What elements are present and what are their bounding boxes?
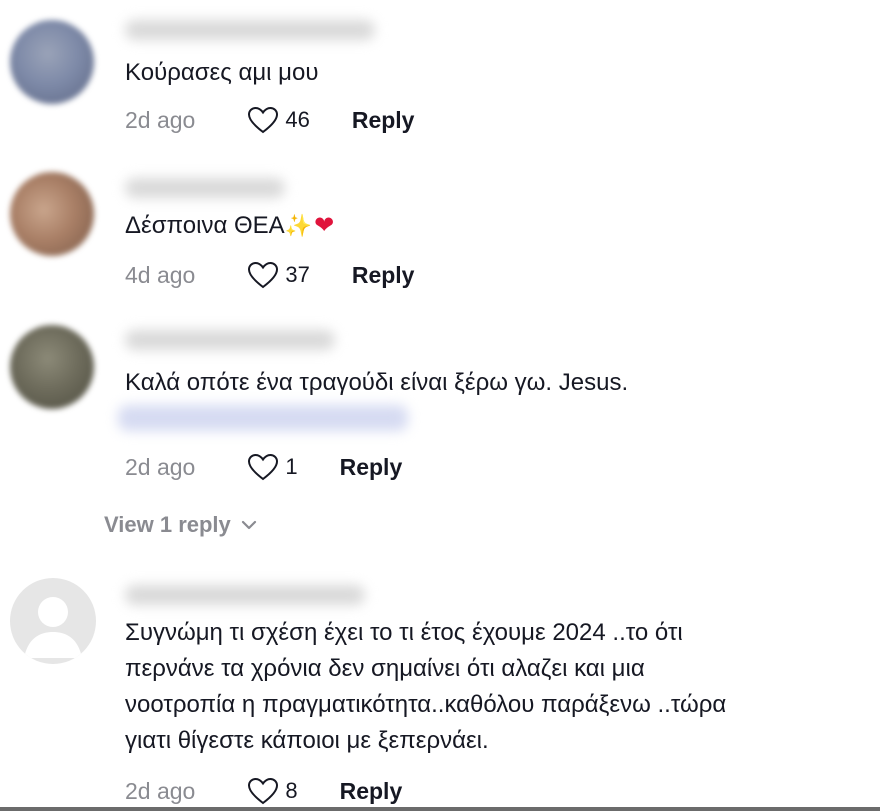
comment-text-line-3: νοοτροπία η πραγματικότητα..καθόλου παρά…	[125, 691, 727, 718]
avatar[interactable]	[10, 325, 94, 409]
mention-link[interactable]	[118, 405, 408, 431]
comment-text: Δέσποινα ΘΕΑ✨❤	[125, 208, 334, 244]
like-count: 1	[285, 454, 298, 479]
like-count: 46	[285, 107, 310, 132]
heart-outline-icon	[247, 261, 279, 289]
like-count: 8	[285, 778, 298, 803]
heart-outline-icon	[247, 106, 279, 134]
heart-icon: ❤	[314, 212, 335, 239]
like-count: 37	[285, 262, 310, 287]
username[interactable]	[125, 20, 375, 40]
username[interactable]	[125, 585, 365, 605]
comment-time: 4d ago	[125, 261, 196, 288]
like-button[interactable]: 8	[247, 777, 298, 805]
view-replies-label: View 1 reply	[104, 512, 231, 537]
like-button[interactable]: 1	[247, 453, 298, 481]
bottom-divider	[0, 807, 880, 811]
user-silhouette-icon	[24, 597, 82, 658]
comment-text: Καλά οπότε ένα τραγούδι είναι ξέρω γω. J…	[125, 369, 629, 396]
sparkle-icon: ✨	[284, 213, 313, 238]
comment-text-line-2: περνάνε τα χρόνια δεν σημαίνει ότι αλαζε…	[125, 655, 645, 682]
comment-time: 2d ago	[125, 453, 196, 480]
reply-button[interactable]: Reply	[352, 262, 415, 289]
avatar[interactable]	[10, 578, 96, 664]
avatar[interactable]	[10, 172, 94, 256]
comment-text: Κούρασες αμι μου	[125, 59, 319, 86]
comment-time: 2d ago	[125, 777, 196, 804]
reply-button[interactable]: Reply	[340, 454, 403, 481]
heart-outline-icon	[247, 777, 279, 805]
like-button[interactable]: 37	[247, 261, 310, 289]
heart-outline-icon	[247, 453, 279, 481]
comment-text-line-4: γιατι θίγεστε κάποιοι με ξεπερνάει.	[125, 727, 489, 754]
comment-meta: 2d ago 46 Reply	[125, 105, 414, 135]
view-replies-button[interactable]: View 1 reply	[104, 512, 257, 538]
reply-button[interactable]: Reply	[340, 778, 403, 805]
username[interactable]	[125, 330, 335, 350]
comment-meta: 4d ago 37 Reply	[125, 260, 414, 290]
comment-meta: 2d ago 8 Reply	[125, 776, 402, 806]
comment-text-body: Δέσποινα ΘΕΑ	[125, 212, 285, 239]
username[interactable]	[125, 178, 285, 198]
comment-time: 2d ago	[125, 106, 196, 133]
comment-meta: 2d ago 1 Reply	[125, 452, 402, 482]
reply-button[interactable]: Reply	[352, 107, 415, 134]
chevron-down-icon	[241, 520, 257, 530]
like-button[interactable]: 46	[247, 106, 310, 134]
avatar[interactable]	[10, 20, 94, 104]
comment-text-line-1: Συγνώμη τι σχέση έχει το τι έτος έχουμε …	[125, 619, 683, 646]
